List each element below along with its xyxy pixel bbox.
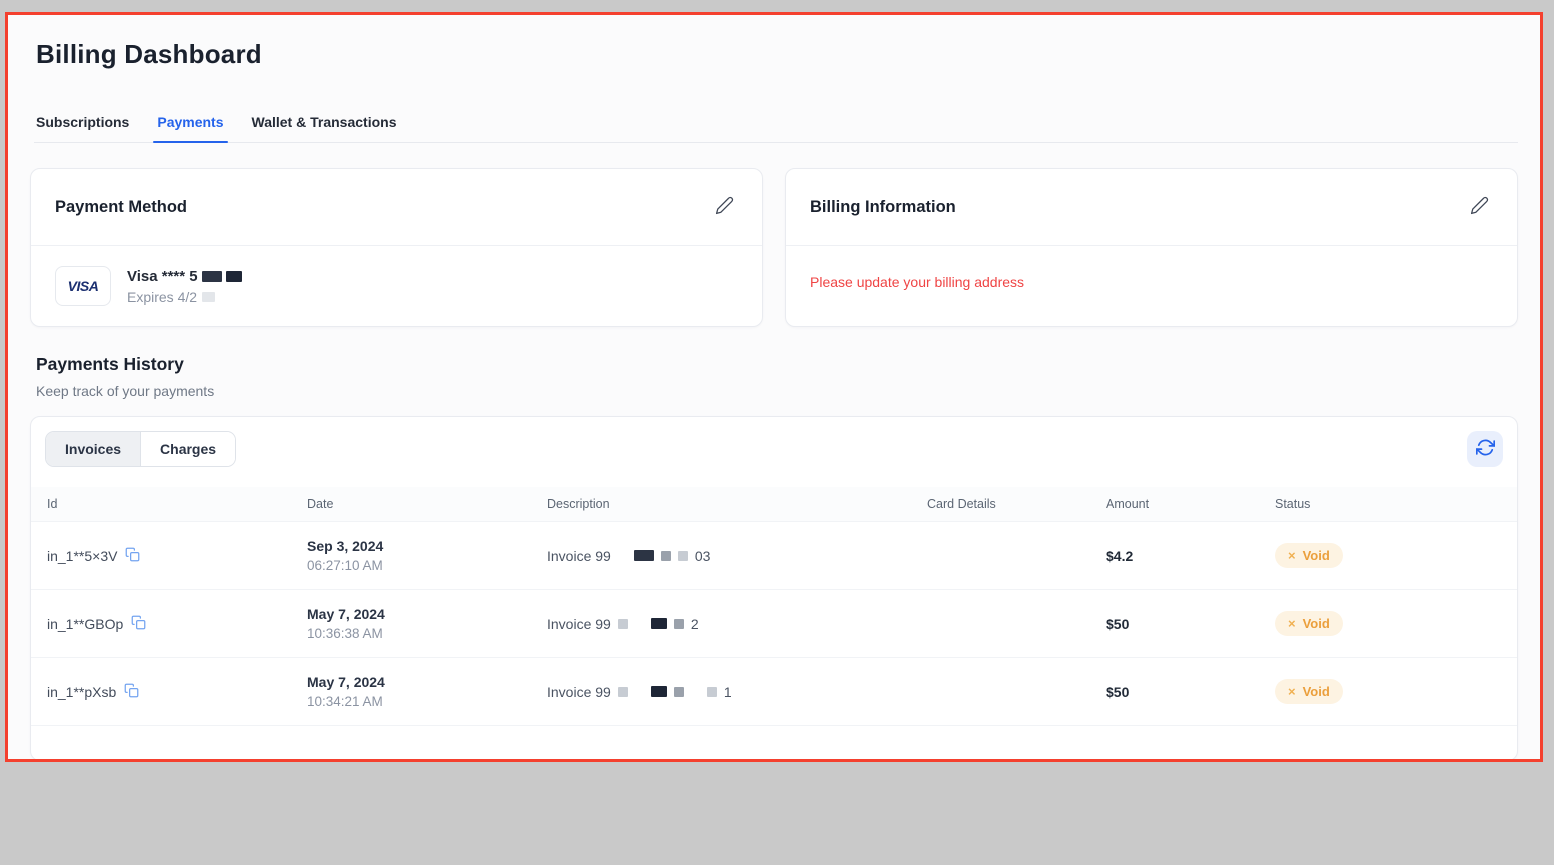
payment-method-header: Payment Method bbox=[31, 169, 762, 246]
payment-description: Invoice 99 2 bbox=[531, 616, 911, 632]
card-number-masked: Visa **** 5 bbox=[127, 268, 242, 285]
edit-billing-information-button[interactable] bbox=[1466, 192, 1493, 222]
invoice-id: in_1**GBOp bbox=[47, 616, 123, 632]
column-header-date: Date bbox=[291, 487, 531, 521]
payment-amount: $50 bbox=[1090, 684, 1259, 700]
toggle-invoices[interactable]: Invoices bbox=[46, 432, 141, 466]
payment-date: May 7, 2024 bbox=[307, 674, 531, 690]
refresh-icon bbox=[1476, 438, 1495, 460]
billing-dashboard-panel: Billing Dashboard Subscriptions Payments… bbox=[5, 12, 1543, 762]
redacted-block bbox=[618, 619, 628, 629]
copy-id-button[interactable] bbox=[131, 615, 146, 633]
tab-bar: Subscriptions Payments Wallet & Transact… bbox=[34, 108, 1518, 143]
table-header-row: Id Date Description Card Details Amount … bbox=[31, 487, 1517, 522]
redacted-block bbox=[678, 551, 688, 561]
edit-payment-method-button[interactable] bbox=[711, 192, 738, 222]
column-header-description: Description bbox=[531, 487, 911, 521]
pencil-icon bbox=[715, 196, 734, 218]
page-title: Billing Dashboard bbox=[36, 39, 1518, 70]
redacted-block bbox=[651, 618, 667, 629]
payment-time: 06:27:10 AM bbox=[307, 558, 531, 573]
status-badge: × Void bbox=[1275, 679, 1343, 704]
x-icon: × bbox=[1288, 616, 1296, 631]
redacted-block bbox=[707, 687, 717, 697]
payment-method-body: VISA Visa **** 5 Expires 4/2 bbox=[31, 246, 762, 326]
payments-table: Id Date Description Card Details Amount … bbox=[31, 487, 1517, 760]
redacted-block bbox=[634, 550, 654, 561]
copy-id-button[interactable] bbox=[124, 683, 139, 701]
payment-amount: $4.2 bbox=[1090, 548, 1259, 564]
payment-date: Sep 3, 2024 bbox=[307, 538, 531, 554]
table-row: in_1**pXsb May 7, 2024 10:34:21 AM bbox=[31, 658, 1517, 726]
payments-history-card: Invoices Charges Id Date Description Car… bbox=[30, 416, 1518, 761]
redacted-block bbox=[674, 619, 684, 629]
summary-cards: Payment Method VISA Visa bbox=[30, 168, 1518, 327]
redacted-block bbox=[618, 687, 628, 697]
copy-icon bbox=[131, 615, 146, 633]
table-row: in_1**GBOp May 7, 2024 10:36:38 AM bbox=[31, 590, 1517, 658]
table-row: in_1**5×3V Sep 3, 2024 06:27:10 AM bbox=[31, 522, 1517, 590]
payment-description: Invoice 99 1 bbox=[531, 684, 911, 700]
redacted-block bbox=[226, 271, 242, 282]
payment-description: Invoice 99 03 bbox=[531, 548, 911, 564]
column-header-amount: Amount bbox=[1090, 487, 1259, 521]
pencil-icon bbox=[1470, 196, 1489, 218]
redacted-block bbox=[651, 686, 667, 697]
redacted-block bbox=[661, 551, 671, 561]
tab-subscriptions[interactable]: Subscriptions bbox=[34, 108, 131, 142]
copy-icon bbox=[125, 547, 140, 565]
payment-time: 10:36:38 AM bbox=[307, 626, 531, 641]
billing-address-alert: Please update your billing address bbox=[810, 266, 1493, 290]
history-type-toggle: Invoices Charges bbox=[45, 431, 236, 467]
visa-logo: VISA bbox=[55, 266, 111, 306]
payment-time: 10:34:21 AM bbox=[307, 694, 531, 709]
redacted-block bbox=[674, 687, 684, 697]
billing-information-header: Billing Information bbox=[786, 169, 1517, 246]
payment-date: May 7, 2024 bbox=[307, 606, 531, 622]
column-header-status: Status bbox=[1259, 487, 1517, 521]
column-header-id: Id bbox=[31, 487, 291, 521]
copy-id-button[interactable] bbox=[125, 547, 140, 565]
payment-method-card: Payment Method VISA Visa bbox=[30, 168, 763, 327]
invoice-id: in_1**5×3V bbox=[47, 548, 117, 564]
payments-history-subtitle: Keep track of your payments bbox=[36, 383, 1518, 399]
card-expiry: Expires 4/2 bbox=[127, 289, 242, 305]
tab-wallet-transactions[interactable]: Wallet & Transactions bbox=[250, 108, 399, 142]
payment-amount: $50 bbox=[1090, 616, 1259, 632]
copy-icon bbox=[124, 683, 139, 701]
column-header-card-details: Card Details bbox=[911, 487, 1090, 521]
billing-information-body: Please update your billing address bbox=[786, 246, 1517, 324]
status-badge: × Void bbox=[1275, 611, 1343, 636]
x-icon: × bbox=[1288, 684, 1296, 699]
payments-history-title: Payments History bbox=[36, 354, 1518, 375]
payment-method-title: Payment Method bbox=[55, 198, 187, 217]
billing-information-title: Billing Information bbox=[810, 198, 956, 217]
status-badge: × Void bbox=[1275, 543, 1343, 568]
history-toolbar: Invoices Charges bbox=[31, 417, 1517, 481]
redacted-block bbox=[202, 292, 215, 302]
x-icon: × bbox=[1288, 548, 1296, 563]
tab-payments[interactable]: Payments bbox=[155, 108, 225, 142]
billing-information-card: Billing Information Please update your b… bbox=[785, 168, 1518, 327]
redacted-block bbox=[202, 271, 222, 282]
table-footer-spacer bbox=[31, 726, 1517, 760]
invoice-id: in_1**pXsb bbox=[47, 684, 116, 700]
refresh-button[interactable] bbox=[1467, 431, 1503, 467]
toggle-charges[interactable]: Charges bbox=[141, 432, 235, 466]
